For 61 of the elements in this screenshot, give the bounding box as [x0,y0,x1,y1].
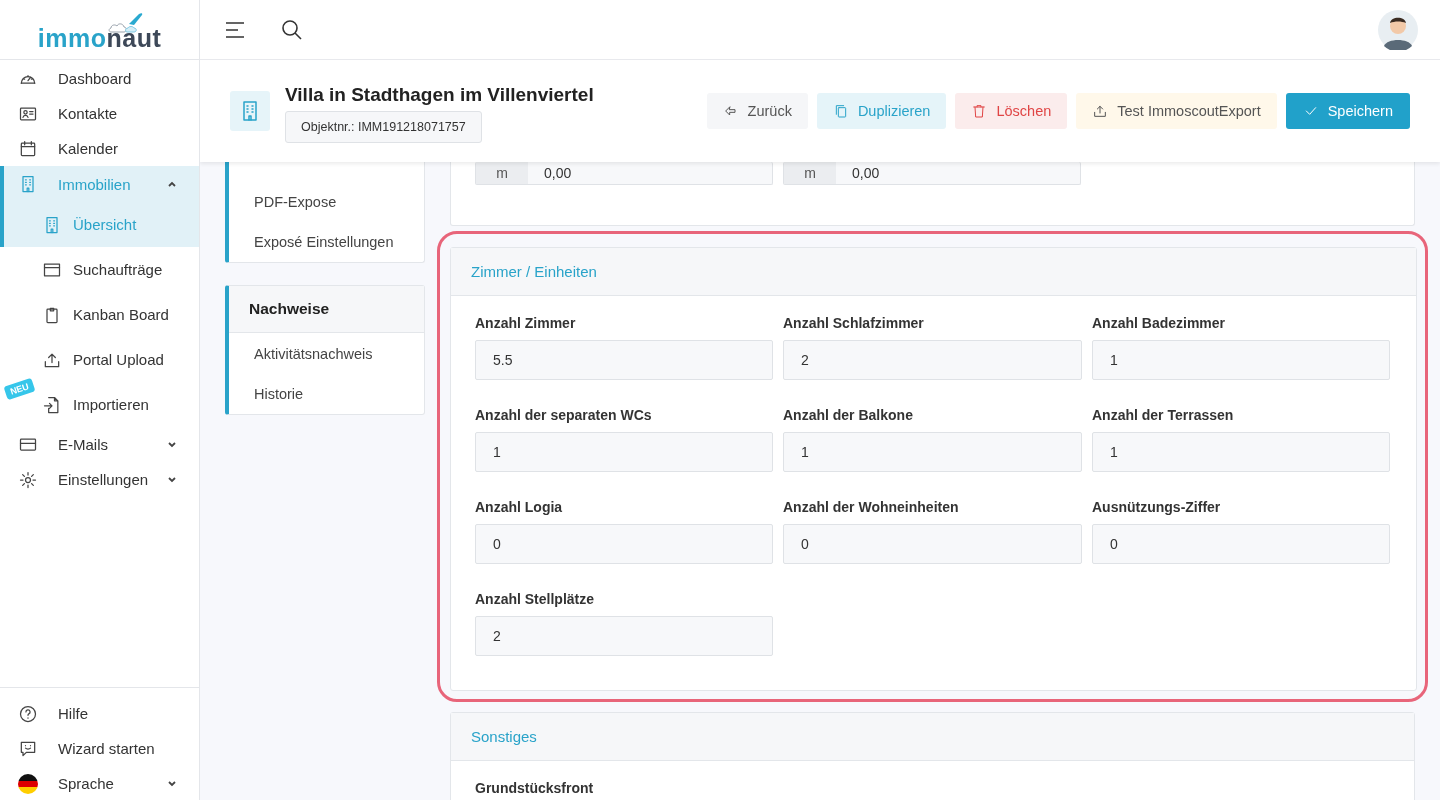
input-field[interactable]: 1 [1092,340,1390,380]
delete-button[interactable]: Löschen [955,93,1068,129]
search-icon[interactable] [281,18,303,41]
input-field[interactable]: 1 [783,432,1082,472]
field-label: Anzahl Stellplätze [475,591,596,609]
trash-icon [971,103,988,119]
sidebar-subitem[interactable]: Kanban Board [0,292,199,337]
input-field[interactable]: m 0,00 [783,162,1081,185]
sidebar-item[interactable]: Kontakte [0,96,199,131]
upload-icon [1092,103,1109,119]
unit-addon: m [476,162,528,184]
card-title: Nachweise [229,286,424,333]
sidebar-item[interactable]: Hilfe [0,696,199,731]
input-field[interactable]: 0 [475,524,773,564]
logo-wordmark[interactable]: immonaut [37,24,162,59]
unit-addon: m [784,162,836,184]
menu-icon[interactable] [225,20,245,39]
field-label: Anzahl der Balkone [783,407,914,425]
field-label: Grundstücksfront [475,780,595,798]
sidebar-item[interactable]: Wizard starten [0,731,199,766]
sidebar-subitem[interactable]: Suchaufträge [0,247,199,292]
nav-link[interactable]: Aktivitätsnachweis [229,334,424,374]
back-button[interactable]: Zurück [706,93,808,129]
nav-icon [18,703,38,724]
field-label: Anzahl der Wohneinheiten [783,499,960,517]
field-value: 0,00 [851,164,881,183]
section-title: Sonstiges [451,713,1414,761]
field-label: Anzahl Zimmer [475,315,577,333]
input-field[interactable]: 0 [1092,524,1390,564]
section-title: Zimmer / Einheiten [451,248,1416,296]
sidebar-item[interactable]: Einstellungen [0,462,199,497]
sidebar-item[interactable]: Dashboard [0,61,199,96]
field-label: Anzahl Schlafzimmer [783,315,925,333]
field-label: Anzahl Badezimmer [1092,315,1227,333]
field-label: Anzahl Logia [475,499,564,517]
input-field[interactable]: 1 [475,432,773,472]
nav-icon [18,138,38,159]
input-field[interactable]: 2 [783,340,1082,380]
input-field[interactable]: 1 [1092,432,1390,472]
page-title: Villa in Stadthagen im Villenviertel [285,83,594,106]
new-badge: NEU [3,377,36,401]
input-field[interactable]: 0 [783,524,1082,564]
sidebar-item[interactable]: Sprache [0,766,199,800]
object-number: Objektnr.: IMM191218071757 [285,110,482,143]
input-field[interactable]: m 0,00 [475,162,773,185]
avatar-icon[interactable] [1378,9,1418,50]
field-label: Anzahl der Terrassen [1092,407,1235,425]
field-value: 0,00 [543,164,573,183]
flag-icon [18,773,38,794]
nav-link[interactable]: PDF-Expose [229,182,424,222]
nav-link[interactable]: Exposé Einstellungen [229,222,424,262]
sidebar-item[interactable]: E-Mails [0,427,199,462]
nav-icon [18,469,38,490]
sidebar-item[interactable]: Kalender [0,131,199,166]
input-field[interactable]: 5.5 [475,340,773,380]
nav-link[interactable]: Historie [229,374,424,414]
input-field[interactable]: 2 [475,616,773,656]
building-icon [230,91,270,131]
field-label: Anzahl der separaten WCs [475,407,653,425]
export-button[interactable]: Test ImmoscoutExport [1076,93,1277,129]
field-label: Ausnützungs-Ziffer [1092,499,1222,517]
